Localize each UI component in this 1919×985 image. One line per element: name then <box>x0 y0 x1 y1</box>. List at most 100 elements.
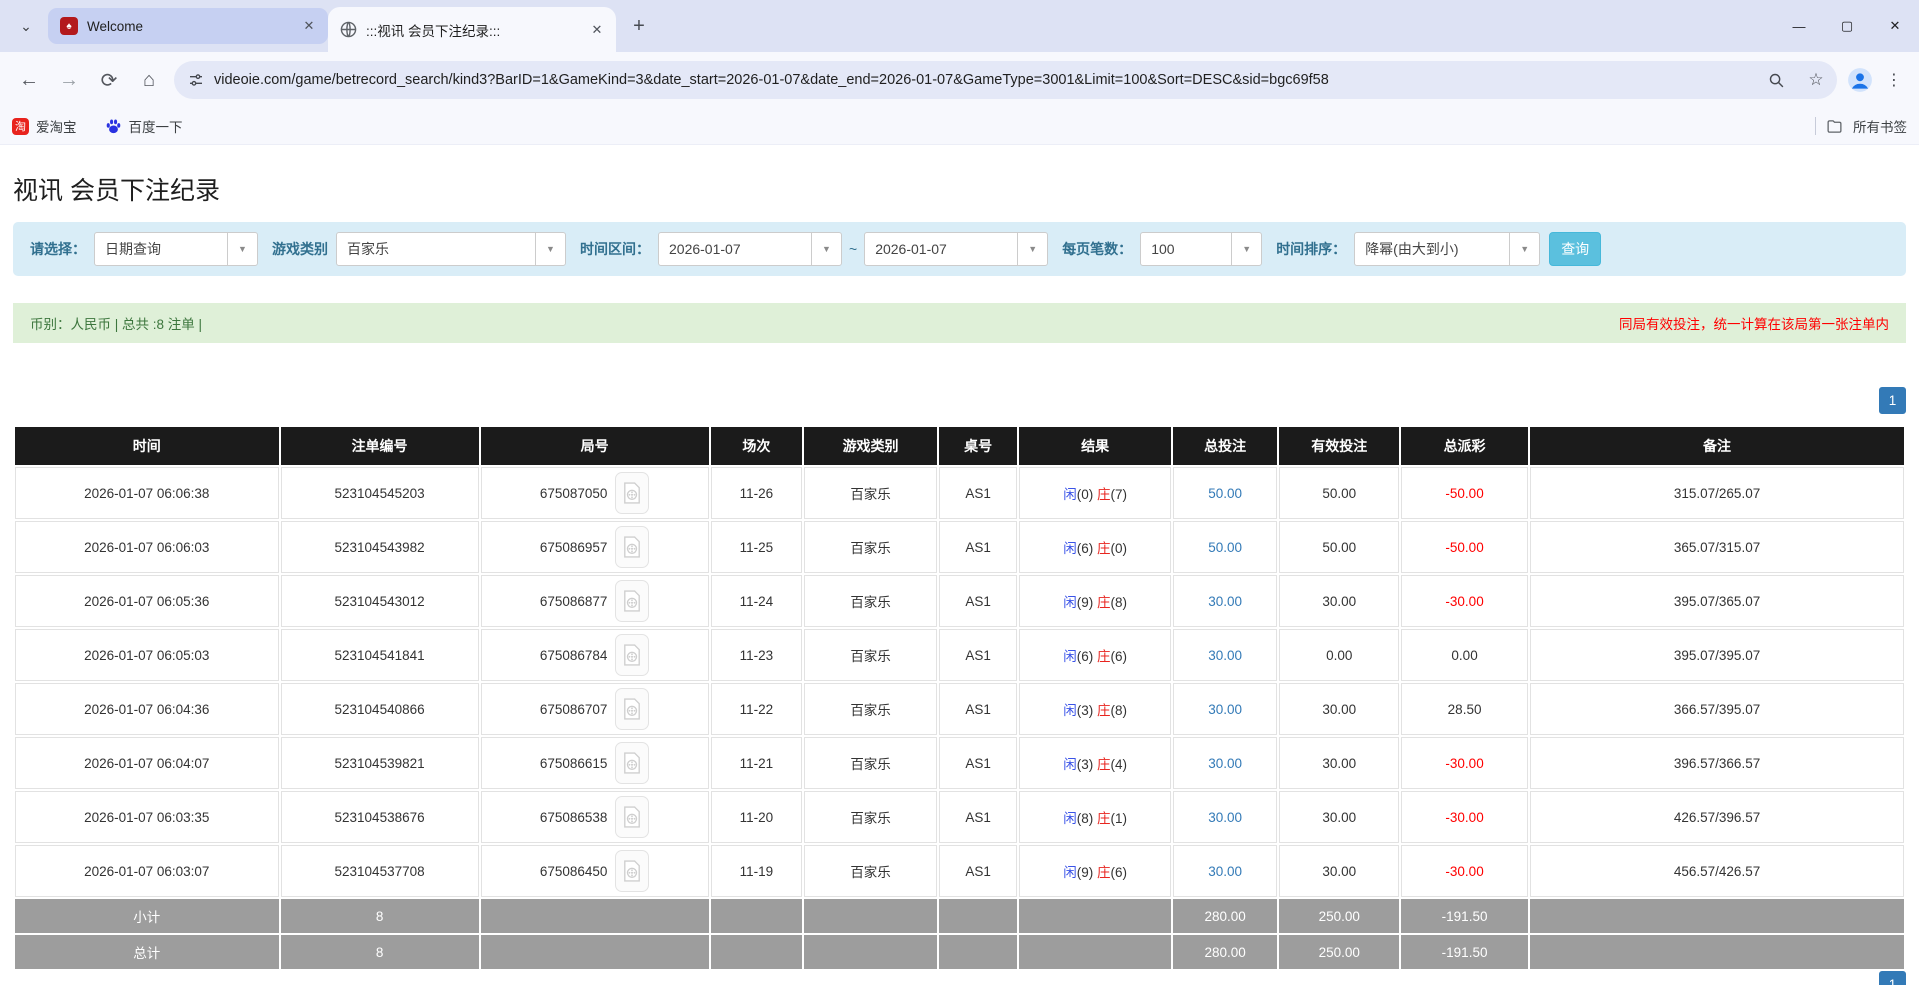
reload-icon: ⟳ <box>101 68 118 93</box>
table-total-row: 小计8280.00250.00-191.50 <box>15 899 1904 933</box>
table-row: 2026-01-07 06:05:36 523104543012 6750868… <box>15 575 1904 627</box>
cell-valid-bet: 30.00 <box>1279 791 1399 843</box>
cell-bet-id: 523104545203 <box>281 467 479 519</box>
cell-total-bet[interactable]: 30.00 <box>1173 575 1278 627</box>
total-cell: -191.50 <box>1401 935 1528 969</box>
tab-betrecord[interactable]: :::视讯 会员下注纪录::: ✕ <box>328 7 616 52</box>
total-cell <box>939 899 1017 933</box>
cell-result: 闲(3) 庄(4) <box>1019 737 1170 789</box>
close-window-button[interactable]: ✕ <box>1871 0 1919 52</box>
video-replay-button[interactable] <box>615 472 649 514</box>
video-replay-button[interactable] <box>615 634 649 676</box>
film-file-icon <box>623 806 641 828</box>
maximize-icon: ▢ <box>1841 18 1853 34</box>
cell-remark: 315.07/265.07 <box>1530 467 1904 519</box>
bookmark-baidu[interactable]: 百度一下 <box>105 116 183 136</box>
url-bar[interactable]: videoie.com/game/betrecord_search/kind3?… <box>174 61 1837 99</box>
tab-search-button[interactable]: ⌄ <box>8 8 44 44</box>
all-bookmarks-button[interactable]: 所有书签 <box>1853 116 1907 136</box>
film-file-icon <box>623 644 641 666</box>
cell-table-no: AS1 <box>939 521 1017 573</box>
bookmark-label: 百度一下 <box>129 116 183 136</box>
pagination-page-1-button[interactable]: 1 <box>1879 387 1906 414</box>
cell-valid-bet: 0.00 <box>1279 629 1399 681</box>
cell-total-bet[interactable]: 30.00 <box>1173 683 1278 735</box>
video-replay-button[interactable] <box>615 742 649 784</box>
round-id-text: 675087050 <box>540 486 608 501</box>
profile-avatar[interactable] <box>1843 63 1877 97</box>
reload-button[interactable]: ⟳ <box>90 61 128 99</box>
kebab-menu-icon: ⋮ <box>1886 70 1902 90</box>
cell-total-bet[interactable]: 50.00 <box>1173 467 1278 519</box>
maximize-button[interactable]: ▢ <box>1823 0 1871 52</box>
column-header: 局号 <box>481 427 709 465</box>
url-text[interactable]: videoie.com/game/betrecord_search/kind3?… <box>214 72 1751 88</box>
pagination-bottom-page-1-button[interactable]: 1 <box>1879 971 1906 985</box>
table-row: 2026-01-07 06:06:03 523104543982 6750869… <box>15 521 1904 573</box>
cell-table-no: AS1 <box>939 683 1017 735</box>
tilde-separator: ~ <box>849 241 857 257</box>
summary-right-notice: 同局有效投注，统一计算在该局第一张注单内 <box>1619 313 1889 333</box>
cell-valid-bet: 50.00 <box>1279 467 1399 519</box>
summary-left-text: 币别：人民币 | 总共 :8 注单 | <box>30 313 202 333</box>
cell-total-bet[interactable]: 30.00 <box>1173 629 1278 681</box>
zoom-icon[interactable] <box>1761 65 1791 95</box>
cell-total-bet[interactable]: 50.00 <box>1173 521 1278 573</box>
date-start-select[interactable]: 2026-01-07 ▼ <box>658 232 842 266</box>
cell-session: 11-23 <box>711 629 803 681</box>
new-tab-button[interactable]: + <box>622 9 656 43</box>
date-end-select[interactable]: 2026-01-07 ▼ <box>864 232 1048 266</box>
sort-value: 降幂(由大到小) <box>1355 233 1509 265</box>
browser-toolbar: ← → ⟳ ⌂ videoie.com/game/betrecord_searc… <box>0 52 1919 108</box>
per-page-value: 100 <box>1141 233 1231 265</box>
divider <box>1815 117 1816 135</box>
cell-game-kind: 百家乐 <box>804 629 937 681</box>
round-id-text: 675086784 <box>540 648 608 663</box>
cell-round-id: 675086450 <box>481 845 709 897</box>
video-replay-button[interactable] <box>615 526 649 568</box>
cell-total-bet[interactable]: 30.00 <box>1173 845 1278 897</box>
query-type-select[interactable]: 日期查询 ▼ <box>94 232 258 266</box>
table-row: 2026-01-07 06:04:36 523104540866 6750867… <box>15 683 1904 735</box>
chevron-down-icon: ⌄ <box>20 18 32 35</box>
cell-bet-id: 523104538676 <box>281 791 479 843</box>
cell-session: 11-19 <box>711 845 803 897</box>
cell-round-id: 675086957 <box>481 521 709 573</box>
cell-total-bet[interactable]: 30.00 <box>1173 737 1278 789</box>
sort-select[interactable]: 降幂(由大到小) ▼ <box>1354 232 1540 266</box>
close-icon[interactable]: ✕ <box>300 17 318 35</box>
back-button[interactable]: ← <box>10 61 48 99</box>
video-replay-button[interactable] <box>615 796 649 838</box>
total-cell <box>481 899 709 933</box>
total-cell <box>804 899 937 933</box>
game-kind-select[interactable]: 百家乐 ▼ <box>336 232 566 266</box>
site-info-tune-icon[interactable] <box>188 72 204 88</box>
forward-button[interactable]: → <box>50 61 88 99</box>
cell-result: 闲(9) 庄(8) <box>1019 575 1170 627</box>
close-icon: ✕ <box>1890 18 1901 34</box>
bookmark-star-icon[interactable]: ☆ <box>1801 65 1831 95</box>
per-page-select[interactable]: 100 ▼ <box>1140 232 1262 266</box>
minimize-button[interactable]: — <box>1775 0 1823 52</box>
video-replay-button[interactable] <box>615 850 649 892</box>
video-replay-button[interactable] <box>615 688 649 730</box>
column-header: 注单编号 <box>281 427 479 465</box>
total-cell: 8 <box>281 899 479 933</box>
cell-result: 闲(0) 庄(7) <box>1019 467 1170 519</box>
cell-time: 2026-01-07 06:03:07 <box>15 845 279 897</box>
home-button[interactable]: ⌂ <box>130 61 168 99</box>
cell-total-bet[interactable]: 30.00 <box>1173 791 1278 843</box>
cell-round-id: 675086784 <box>481 629 709 681</box>
bookmark-taobao[interactable]: 淘 爱淘宝 <box>12 116 77 136</box>
cell-round-id: 675086538 <box>481 791 709 843</box>
tab-welcome[interactable]: ♠ Welcome ✕ <box>48 8 328 44</box>
search-button[interactable]: 查询 <box>1549 232 1601 266</box>
film-file-icon <box>623 536 641 558</box>
plus-icon: + <box>633 15 645 38</box>
video-replay-button[interactable] <box>615 580 649 622</box>
browser-menu-button[interactable]: ⋮ <box>1879 63 1909 97</box>
total-cell <box>1019 935 1170 969</box>
cell-payout: 0.00 <box>1401 629 1528 681</box>
column-header: 总派彩 <box>1401 427 1528 465</box>
close-icon[interactable]: ✕ <box>588 21 606 39</box>
